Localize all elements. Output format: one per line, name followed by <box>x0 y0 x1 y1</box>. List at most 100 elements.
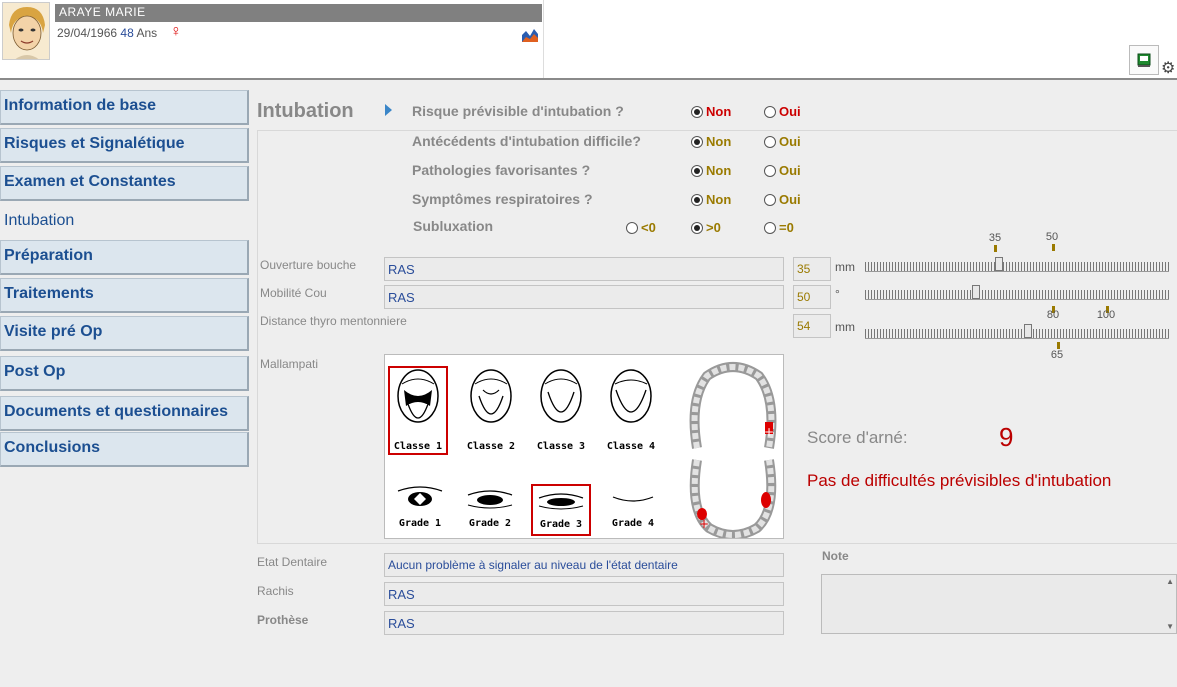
ouverture-tick-35 <box>994 245 997 252</box>
classe-4-label: Classe 4 <box>606 441 656 452</box>
mallampati-classe-2[interactable]: Classe 2 <box>461 368 521 457</box>
radio-unselected-icon <box>764 135 776 148</box>
nav-conclusions[interactable]: Conclusions <box>0 432 249 467</box>
ouverture-slider[interactable] <box>865 257 1169 272</box>
chart-icon[interactable] <box>521 27 539 43</box>
mallampati-chart: Classe 1 Classe 2 Classe 3 Classe 4 Grad… <box>384 354 784 539</box>
classe-1-label: Classe 1 <box>393 441 443 452</box>
patient-birth-info: 29/04/1966 48 Ans <box>57 26 157 40</box>
etat-dentaire-label: Etat Dentaire <box>257 555 328 569</box>
cormack-grade-4[interactable]: Grade 4 <box>603 483 663 535</box>
section-title: Intubation <box>257 100 354 122</box>
pathologies-oui-radio[interactable]: Oui <box>764 163 801 178</box>
cormack-grade-2[interactable]: Grade 2 <box>460 483 520 535</box>
subluxation-gt0-radio[interactable]: >0 <box>691 220 721 235</box>
symptomes-oui-radio[interactable]: Oui <box>764 192 801 207</box>
subluxation-lt0-radio[interactable]: <0 <box>626 220 656 235</box>
patient-header: ARAYE MARIE 29/04/1966 48 Ans ♀ ⚙ <box>0 0 1177 80</box>
expand-triangle-icon[interactable] <box>385 104 392 116</box>
question-symptomes-label: Symptômes respiratoires ? <box>412 191 593 207</box>
female-icon: ♀ <box>170 23 182 40</box>
distance-thyro-label: Distance thyro mentonniere <box>260 314 407 328</box>
svg-text:+: + <box>699 517 709 531</box>
ouverture-bouche-label: Ouverture bouche <box>260 258 357 272</box>
risque-non-radio[interactable]: Non <box>691 104 731 119</box>
rachis-label: Rachis <box>257 584 294 598</box>
nav-risques-et-signaletique[interactable]: Risques et Signalétique <box>0 128 249 163</box>
nav-preparation[interactable]: Préparation <box>0 240 249 275</box>
distance-mark-65: 65 <box>1050 349 1064 361</box>
glottis-icon <box>397 486 443 506</box>
scroll-down-icon[interactable]: ▼ <box>1166 622 1174 631</box>
antecedents-non-radio[interactable]: Non <box>691 134 731 149</box>
cormack-grade-3[interactable]: Grade 3 <box>531 484 591 536</box>
gear-icon[interactable]: ⚙ <box>1161 58 1175 78</box>
subluxation-eq0-radio[interactable]: =0 <box>764 220 794 235</box>
radio-selected-icon <box>691 221 703 234</box>
mallampati-classe-4[interactable]: Classe 4 <box>601 368 661 457</box>
distance-thyro-value[interactable]: 54 <box>793 314 831 338</box>
nav-traitements[interactable]: Traitements <box>0 278 249 313</box>
distance-unit: mm <box>835 320 855 334</box>
glottis-icon <box>538 493 584 510</box>
ouverture-tick-50 <box>1052 244 1055 251</box>
radio-unselected-icon <box>626 221 638 234</box>
ouverture-unit: mm <box>835 260 855 274</box>
distance-tick-65 <box>1057 342 1060 349</box>
dental-chart-icon[interactable]: + + <box>685 360 781 538</box>
question-antecedents-label: Antécédents d'intubation difficile? <box>412 133 641 149</box>
score-value: 9 <box>999 422 1014 452</box>
mobilite-slider[interactable] <box>865 285 1169 300</box>
grade-1-label: Grade 1 <box>398 518 442 529</box>
cormack-grade-1[interactable]: Grade 1 <box>390 483 450 535</box>
etat-dentaire-field[interactable]: Aucun problème à signaler au niveau de l… <box>384 553 784 577</box>
nav-visite-pre-op[interactable]: Visite pré Op <box>0 316 249 351</box>
mouth-open-icon <box>397 369 439 423</box>
mobilite-cou-field[interactable]: RAS <box>384 285 784 309</box>
distance-mark-100: 100 <box>1096 309 1116 321</box>
age-unit: Ans <box>136 26 158 40</box>
mobilite-slider-thumb[interactable] <box>972 285 980 299</box>
radio-selected-icon <box>691 135 703 148</box>
radio-unselected-icon <box>764 105 776 118</box>
antecedents-oui-radio[interactable]: Oui <box>764 134 801 149</box>
mallampati-classe-1[interactable]: Classe 1 <box>388 366 448 455</box>
header-divider <box>543 0 544 78</box>
prothese-field[interactable]: RAS <box>384 611 784 635</box>
symptomes-non-radio[interactable]: Non <box>691 192 731 207</box>
rachis-field[interactable]: RAS <box>384 582 784 606</box>
nav-examen-et-constantes[interactable]: Examen et Constantes <box>0 166 249 201</box>
svg-text:+: + <box>764 425 774 439</box>
mobilite-cou-label: Mobilité Cou <box>260 286 327 300</box>
scroll-up-icon[interactable]: ▲ <box>1166 577 1174 586</box>
grade-3-label: Grade 3 <box>539 519 583 530</box>
glottis-icon <box>467 490 513 509</box>
ouverture-bouche-field[interactable]: RAS <box>384 257 784 281</box>
pathologies-non-radio[interactable]: Non <box>691 163 731 178</box>
glottis-icon <box>612 496 654 502</box>
radio-unselected-icon <box>764 221 776 234</box>
nav-information-de-base[interactable]: Information de base <box>0 90 249 125</box>
nav-intubation[interactable]: Intubation <box>0 204 249 239</box>
patient-name: ARAYE MARIE <box>55 4 542 22</box>
radio-selected-icon <box>691 193 703 206</box>
mallampati-classe-3[interactable]: Classe 3 <box>531 368 591 457</box>
book-icon[interactable] <box>1129 45 1159 75</box>
question-pathologies-label: Pathologies favorisantes ? <box>412 162 591 178</box>
ouverture-slider-thumb[interactable] <box>995 257 1003 271</box>
birthdate: 29/04/1966 <box>57 26 118 40</box>
distance-mark-80: 80 <box>1046 309 1060 321</box>
question-risque-label: Risque prévisible d'intubation ? <box>412 103 624 119</box>
avatar[interactable] <box>2 2 50 60</box>
mallampati-label: Mallampati <box>260 357 319 371</box>
distance-slider-thumb[interactable] <box>1024 324 1032 338</box>
risque-oui-radio[interactable]: Oui <box>764 104 801 119</box>
distance-slider[interactable] <box>865 324 1169 339</box>
nav-documents-et-questionnaires[interactable]: Documents et questionnaires <box>0 396 249 431</box>
ouverture-bouche-value[interactable]: 35 <box>793 257 831 281</box>
note-label: Note <box>822 549 849 563</box>
nav-post-op[interactable]: Post Op <box>0 356 249 391</box>
note-textarea[interactable]: ▲ ▼ <box>821 574 1177 634</box>
age: 48 <box>120 26 134 40</box>
mobilite-cou-value[interactable]: 50 <box>793 285 831 309</box>
